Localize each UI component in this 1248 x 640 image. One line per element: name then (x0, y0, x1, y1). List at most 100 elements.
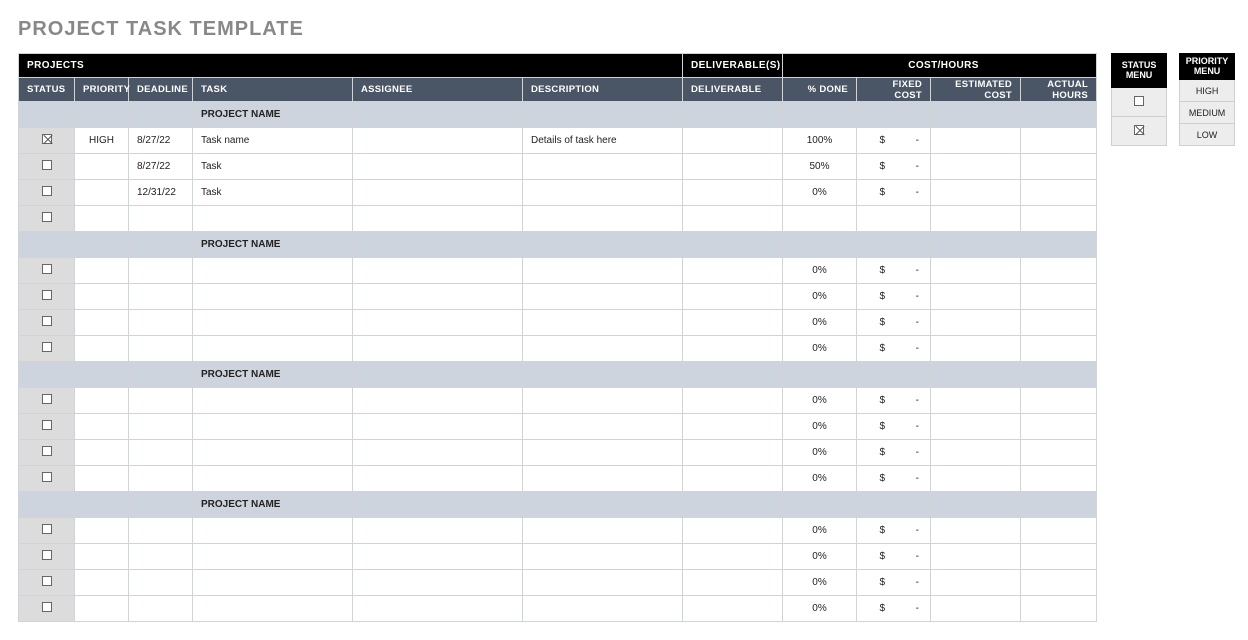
status-cell[interactable] (19, 466, 75, 492)
task-cell[interactable] (193, 570, 353, 596)
description-cell[interactable] (523, 180, 683, 206)
description-cell[interactable] (523, 388, 683, 414)
description-cell[interactable] (523, 596, 683, 622)
pctdone-cell[interactable]: 0% (783, 180, 857, 206)
description-cell[interactable] (523, 570, 683, 596)
deliverable-cell[interactable] (683, 336, 783, 362)
status-cell[interactable] (19, 414, 75, 440)
assignee-cell[interactable] (353, 440, 523, 466)
actualhours-cell[interactable] (1021, 518, 1097, 544)
actualhours-cell[interactable] (1021, 128, 1097, 154)
fixedcost-cell[interactable]: $- (857, 596, 931, 622)
deadline-cell[interactable] (129, 544, 193, 570)
deadline-cell[interactable] (129, 414, 193, 440)
priority-cell[interactable] (75, 388, 129, 414)
actualhours-cell[interactable] (1021, 206, 1097, 232)
project-name-cell[interactable]: PROJECT NAME (193, 362, 353, 388)
deliverable-cell[interactable] (683, 310, 783, 336)
actualhours-cell[interactable] (1021, 596, 1097, 622)
deadline-cell[interactable] (129, 310, 193, 336)
assignee-cell[interactable] (353, 388, 523, 414)
assignee-cell[interactable] (353, 596, 523, 622)
priority-menu-item[interactable]: HIGH (1180, 80, 1235, 102)
assignee-cell[interactable] (353, 284, 523, 310)
status-cell[interactable] (19, 518, 75, 544)
status-checkbox[interactable] (42, 550, 52, 560)
assignee-cell[interactable] (353, 180, 523, 206)
deliverable-cell[interactable] (683, 440, 783, 466)
status-cell[interactable] (19, 284, 75, 310)
priority-cell[interactable] (75, 180, 129, 206)
assignee-cell[interactable] (353, 414, 523, 440)
pctdone-cell[interactable]: 50% (783, 154, 857, 180)
estcost-cell[interactable] (931, 570, 1021, 596)
deadline-cell[interactable]: 8/27/22 (129, 154, 193, 180)
task-cell[interactable] (193, 466, 353, 492)
fixedcost-cell[interactable]: $- (857, 258, 931, 284)
actualhours-cell[interactable] (1021, 388, 1097, 414)
assignee-cell[interactable] (353, 466, 523, 492)
fixedcost-cell[interactable]: $- (857, 466, 931, 492)
priority-cell[interactable] (75, 336, 129, 362)
assignee-cell[interactable] (353, 544, 523, 570)
description-cell[interactable] (523, 336, 683, 362)
status-checkbox[interactable] (42, 472, 52, 482)
deadline-cell[interactable] (129, 440, 193, 466)
fixedcost-cell[interactable]: $- (857, 284, 931, 310)
pctdone-cell[interactable]: 0% (783, 518, 857, 544)
priority-cell[interactable] (75, 570, 129, 596)
fixedcost-cell[interactable]: $- (857, 336, 931, 362)
priority-cell[interactable] (75, 206, 129, 232)
status-checkbox[interactable] (42, 186, 52, 196)
task-cell[interactable] (193, 284, 353, 310)
actualhours-cell[interactable] (1021, 440, 1097, 466)
fixedcost-cell[interactable]: $- (857, 180, 931, 206)
deliverable-cell[interactable] (683, 570, 783, 596)
estcost-cell[interactable] (931, 414, 1021, 440)
deliverable-cell[interactable] (683, 544, 783, 570)
priority-cell[interactable] (75, 466, 129, 492)
estcost-cell[interactable] (931, 466, 1021, 492)
status-checkbox[interactable] (42, 576, 52, 586)
assignee-cell[interactable] (353, 128, 523, 154)
status-cell[interactable] (19, 388, 75, 414)
status-checkbox[interactable] (1134, 125, 1144, 135)
description-cell[interactable] (523, 206, 683, 232)
priority-menu-item[interactable]: LOW (1180, 124, 1235, 146)
deliverable-cell[interactable] (683, 414, 783, 440)
assignee-cell[interactable] (353, 518, 523, 544)
status-menu-item[interactable] (1112, 88, 1167, 117)
deliverable-cell[interactable] (683, 154, 783, 180)
fixedcost-cell[interactable]: $- (857, 388, 931, 414)
description-cell[interactable] (523, 310, 683, 336)
priority-cell[interactable] (75, 518, 129, 544)
priority-cell[interactable] (75, 284, 129, 310)
description-cell[interactable] (523, 154, 683, 180)
description-cell[interactable] (523, 440, 683, 466)
deadline-cell[interactable] (129, 518, 193, 544)
pctdone-cell[interactable]: 0% (783, 414, 857, 440)
fixedcost-cell[interactable]: $- (857, 570, 931, 596)
priority-cell[interactable] (75, 596, 129, 622)
actualhours-cell[interactable] (1021, 154, 1097, 180)
pctdone-cell[interactable]: 0% (783, 388, 857, 414)
actualhours-cell[interactable] (1021, 570, 1097, 596)
deadline-cell[interactable] (129, 466, 193, 492)
pctdone-cell[interactable]: 0% (783, 284, 857, 310)
actualhours-cell[interactable] (1021, 414, 1097, 440)
priority-menu-item[interactable]: MEDIUM (1180, 102, 1235, 124)
actualhours-cell[interactable] (1021, 466, 1097, 492)
status-checkbox[interactable] (42, 160, 52, 170)
deadline-cell[interactable] (129, 336, 193, 362)
estcost-cell[interactable] (931, 258, 1021, 284)
fixedcost-cell[interactable]: $- (857, 128, 931, 154)
fixedcost-cell[interactable]: $- (857, 518, 931, 544)
actualhours-cell[interactable] (1021, 180, 1097, 206)
deliverable-cell[interactable] (683, 128, 783, 154)
estcost-cell[interactable] (931, 128, 1021, 154)
project-name-cell[interactable]: PROJECT NAME (193, 102, 353, 128)
actualhours-cell[interactable] (1021, 284, 1097, 310)
fixedcost-cell[interactable]: $- (857, 414, 931, 440)
estcost-cell[interactable] (931, 544, 1021, 570)
deliverable-cell[interactable] (683, 518, 783, 544)
